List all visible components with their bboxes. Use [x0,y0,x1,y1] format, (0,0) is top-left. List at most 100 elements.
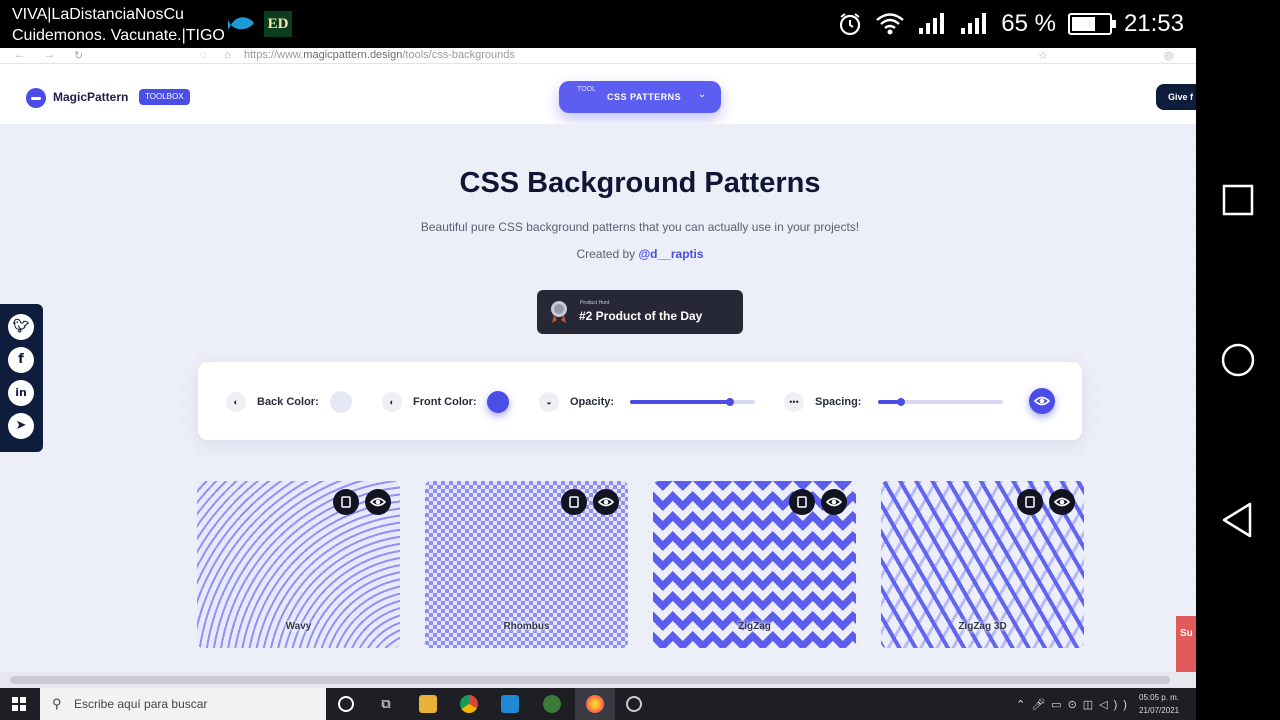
recents-square-icon[interactable] [1214,176,1262,224]
cortana-icon[interactable] [338,696,354,712]
clock-time: 21:53 [1123,10,1184,37]
preview-eye-button[interactable] [1029,388,1055,414]
taskbar-clock[interactable]: 05:05 p. m. 21/07/2021 [1139,691,1179,717]
firefox-icon[interactable] [586,695,604,713]
eye-icon [1053,497,1071,507]
preview-button[interactable] [593,489,619,515]
signal-icon [961,13,987,34]
forward-arrow-icon[interactable]: → [44,49,55,61]
front-color-swatch[interactable] [487,391,509,413]
eye-icon [1033,396,1051,406]
dots-icon: ••• [784,392,804,412]
app-icon[interactable] [543,695,561,713]
preview-button[interactable] [1049,489,1075,515]
file-explorer-icon[interactable] [419,695,437,713]
product-hunt-label: Product Hunt [580,300,610,306]
copy-css-button[interactable] [1017,489,1043,515]
preview-button[interactable] [365,489,391,515]
search-placeholder: Escribe aquí para buscar [74,697,208,711]
pattern-card-zigzag[interactable]: ZigZag [653,481,856,648]
pattern-card-wavy[interactable]: Wavy [197,481,400,648]
back-triangle-icon[interactable] [1214,496,1262,544]
spacing-slider[interactable] [878,398,1003,406]
address-bar[interactable]: https://www.magicpattern.design/tools/cs… [244,49,515,61]
page-title: CSS Background Patterns [459,167,821,199]
pattern-name: Wavy [285,621,312,632]
back-arrow-icon[interactable]: ← [14,49,25,61]
battery-level-fill [1071,17,1096,31]
home-circle-icon[interactable] [1214,336,1262,384]
scrollbar-thumb[interactable] [10,676,1170,684]
shield-icon: ◌ [200,49,207,61]
side-tab-label: Su [1180,628,1193,639]
app-ed-icon: ED [264,11,292,37]
copy-css-button[interactable] [561,489,587,515]
copy-icon [1025,496,1035,508]
back-color-swatch[interactable] [330,391,352,413]
desktop-screen: ← → ↻ ◌ ⌂ https://www.magicpattern.desig… [0,48,1196,688]
system-tray-icons[interactable]: ⌃🎤︎▭⊙◫◁)) [1016,698,1133,711]
copy-css-button[interactable] [333,489,359,515]
product-hunt-rank: #2 Product of the Day [579,309,703,323]
browser-toolbar: ← → ↻ ◌ ⌂ https://www.magicpattern.desig… [0,48,1196,64]
preview-button[interactable] [821,489,847,515]
account-icon[interactable]: ◎ [1164,49,1174,62]
vscode-icon[interactable] [501,695,519,713]
chrome-icon[interactable] [460,695,478,713]
spacing-label: Spacing: [815,396,862,408]
linkedin-icon[interactable]: in [8,380,34,406]
wifi-icon [876,13,905,35]
site-header: MagicPattern TOOLBOX TOOL CSS PATTERNS ⌄… [0,64,1196,124]
taskbar-date: 21/07/2021 [1139,706,1180,715]
eye-icon [369,497,387,507]
tool-selector-button[interactable]: TOOL CSS PATTERNS ⌄ [559,81,721,113]
horizontal-scrollbar[interactable] [0,672,1196,688]
logo-icon [26,88,46,108]
palette-icon: ◐ [226,392,246,412]
reload-icon[interactable]: ↻ [74,49,83,62]
opacity-slider[interactable] [630,398,755,406]
bookmark-star-icon[interactable]: ☆ [1038,49,1048,62]
give-feedback-button[interactable]: Give f [1156,84,1196,110]
product-hunt-badge[interactable]: Product Hunt #2 Product of the Day [537,290,743,334]
url-domain: magicpattern.design [303,49,403,61]
taskbar-time: 05:05 p. m. [1139,693,1180,702]
chevron-down-icon: ⌄ [698,89,707,100]
carrier-line-1: VIVA|LaDistanciaNosCu [12,6,184,23]
android-navigation-bar [1196,48,1280,720]
spacing-slider-thumb[interactable] [896,398,905,406]
taskbar-search-box[interactable]: ⚲ Escribe aquí para buscar [40,688,326,720]
copy-css-button[interactable] [789,489,815,515]
back-color-label: Back Color: [257,396,319,408]
pattern-name: Rhombus [503,621,550,632]
brand-name[interactable]: MagicPattern [53,90,128,104]
pattern-controls-panel: ◐ Back Color: ◐ Front Color: ◒ Opacity: … [198,362,1082,440]
lock-icon: ⌂ [224,49,231,61]
search-icon: ⚲ [52,696,62,711]
android-status-bar: VIVA|LaDistanciaNosCu Cuidemonos. Vacuna… [0,0,1280,48]
opacity-drop-icon: ◒ [539,392,559,412]
alarm-icon [840,13,861,36]
app-fish-icon [228,17,254,30]
telegram-icon[interactable]: ➤ [8,413,34,439]
page-subtitle: Beautiful pure CSS background patterns t… [420,220,860,234]
copy-icon [569,496,579,508]
twitter-icon[interactable]: 🐦︎ [8,314,34,340]
opacity-label: Opacity: [570,396,615,408]
battery-percent: 65 % [1001,10,1056,37]
carrier-text: VIVA|LaDistanciaNosCu Cuidemonos. Vacuna… [12,4,225,46]
obs-icon[interactable] [626,696,642,712]
windows-start-icon[interactable] [12,697,26,711]
opacity-slider-fill [630,400,730,404]
task-view-icon[interactable]: ⧉ [377,695,395,713]
opacity-slider-thumb[interactable] [726,398,734,406]
pattern-card-zigzag-3d[interactable]: ZigZag 3D [881,481,1084,648]
url-path: /tools/css-backgrounds [402,49,515,61]
eye-icon [825,497,843,507]
pattern-name: ZigZag 3D [958,621,1007,632]
facebook-icon[interactable]: f [8,347,34,373]
author-link[interactable]: @d__raptis [638,247,703,261]
copy-icon [341,496,351,508]
pattern-card-rhombus[interactable]: Rhombus [425,481,628,648]
signal-icon [919,13,945,34]
